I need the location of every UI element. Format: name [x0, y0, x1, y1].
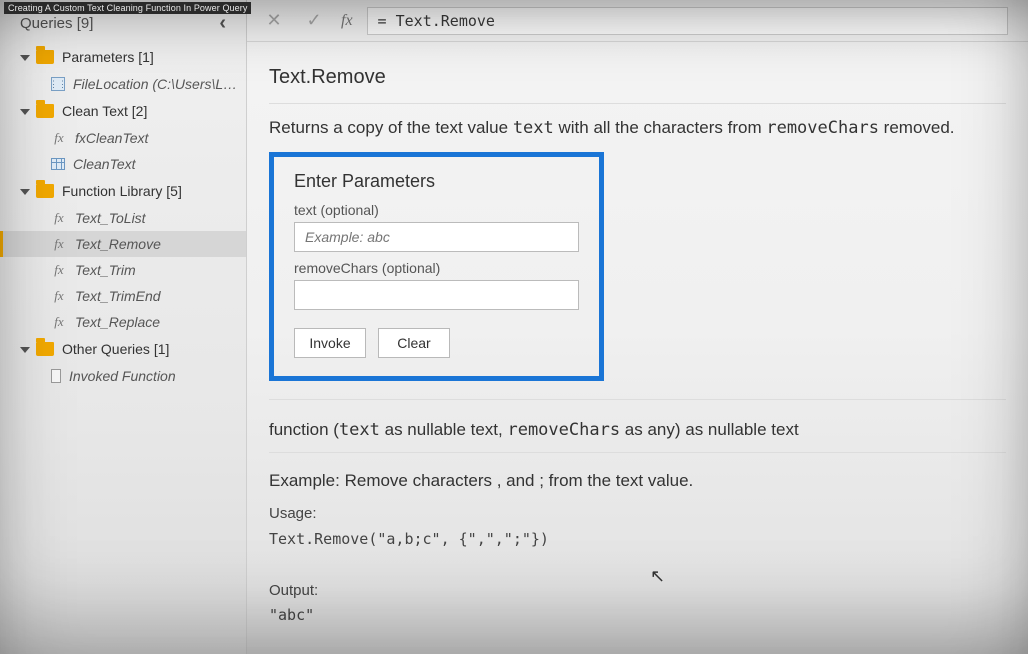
- query-text-remove[interactable]: fx Text_Remove: [0, 231, 246, 257]
- function-signature: function (text as nullable text, removeC…: [269, 399, 1006, 452]
- group-clean-text[interactable]: Clean Text [2]: [0, 97, 246, 125]
- query-text-tolist[interactable]: fx Text_ToList: [0, 205, 246, 231]
- queries-sidebar: Queries [9] ‹ Parameters [1] ⋮⋮ FileLoca…: [0, 0, 247, 654]
- query-label: Invoked Function: [69, 368, 176, 384]
- formula-bar: ✕ ✓ fx: [247, 0, 1028, 42]
- caret-down-icon: [20, 347, 30, 353]
- clear-button[interactable]: Clear: [378, 328, 450, 358]
- collapse-sidebar-icon[interactable]: ‹: [211, 12, 234, 35]
- formula-input[interactable]: [367, 7, 1008, 35]
- commit-formula-icon[interactable]: ✓: [301, 8, 327, 34]
- caret-down-icon: [20, 109, 30, 115]
- group-other-queries[interactable]: Other Queries [1]: [0, 335, 246, 363]
- result-icon: [51, 369, 61, 383]
- folder-icon: [36, 104, 54, 118]
- group-function-library[interactable]: Function Library [5]: [0, 177, 246, 205]
- usage-label: Usage:: [269, 501, 1006, 527]
- caret-down-icon: [20, 55, 30, 61]
- query-cleantext[interactable]: CleanText: [0, 151, 246, 177]
- group-parameters[interactable]: Parameters [1]: [0, 43, 246, 71]
- folder-icon: [36, 184, 54, 198]
- query-text-trimend[interactable]: fx Text_TrimEnd: [0, 283, 246, 309]
- invoke-button[interactable]: Invoke: [294, 328, 366, 358]
- query-label: fxCleanText: [75, 130, 148, 146]
- query-label: CleanText: [73, 156, 136, 172]
- function-icon: fx: [51, 288, 67, 304]
- output-label: Output:: [269, 578, 1006, 604]
- fx-icon[interactable]: fx: [341, 12, 353, 30]
- queries-title: Queries [9]: [20, 15, 93, 32]
- function-title: Text.Remove: [269, 48, 1006, 104]
- folder-icon: [36, 342, 54, 356]
- folder-icon: [36, 50, 54, 64]
- query-label: FileLocation (C:\Users\L…: [73, 76, 237, 92]
- cancel-formula-icon[interactable]: ✕: [261, 8, 287, 34]
- function-icon: fx: [51, 262, 67, 278]
- function-icon: fx: [51, 210, 67, 226]
- param-text-input[interactable]: [294, 222, 579, 252]
- group-label: Clean Text [2]: [62, 103, 147, 119]
- caret-down-icon: [20, 189, 30, 195]
- usage-code: Text.Remove("a,b;c", {",",";"}): [269, 527, 1006, 553]
- function-icon: fx: [51, 236, 67, 252]
- query-text-replace[interactable]: fx Text_Replace: [0, 309, 246, 335]
- query-text-trim[interactable]: fx Text_Trim: [0, 257, 246, 283]
- param-text-label: text (optional): [294, 202, 579, 218]
- query-label: Text_Remove: [75, 236, 161, 252]
- group-label: Function Library [5]: [62, 183, 182, 199]
- query-label: Text_Replace: [75, 314, 160, 330]
- enter-parameters-panel: Enter Parameters text (optional) removeC…: [269, 152, 604, 381]
- enter-parameters-title: Enter Parameters: [294, 171, 579, 192]
- query-label: Text_Trim: [75, 262, 136, 278]
- group-label: Other Queries [1]: [62, 341, 169, 357]
- output-code: "abc": [269, 603, 1006, 629]
- query-invoked-function[interactable]: Invoked Function: [0, 363, 246, 389]
- query-filelocation[interactable]: ⋮⋮ FileLocation (C:\Users\L…: [0, 71, 246, 97]
- function-description: Returns a copy of the text value text wi…: [269, 104, 1006, 152]
- table-icon: [51, 158, 65, 170]
- param-removechars-label: removeChars (optional): [294, 260, 579, 276]
- param-removechars-input[interactable]: [294, 280, 579, 310]
- group-label: Parameters [1]: [62, 49, 154, 65]
- parameter-icon: ⋮⋮: [51, 77, 65, 91]
- query-fxcleantext[interactable]: fx fxCleanText: [0, 125, 246, 151]
- main-area: ✕ ✓ fx Text.Remove Returns a copy of the…: [247, 0, 1028, 654]
- function-icon: fx: [51, 130, 67, 146]
- example-block: Usage: Text.Remove("a,b;c", {",",";"}) O…: [269, 501, 1006, 629]
- query-label: Text_ToList: [75, 210, 146, 226]
- example-title: Example: Remove characters , and ; from …: [269, 452, 1006, 501]
- function-icon: fx: [51, 314, 67, 330]
- query-label: Text_TrimEnd: [75, 288, 161, 304]
- video-caption: Creating A Custom Text Cleaning Function…: [4, 2, 251, 14]
